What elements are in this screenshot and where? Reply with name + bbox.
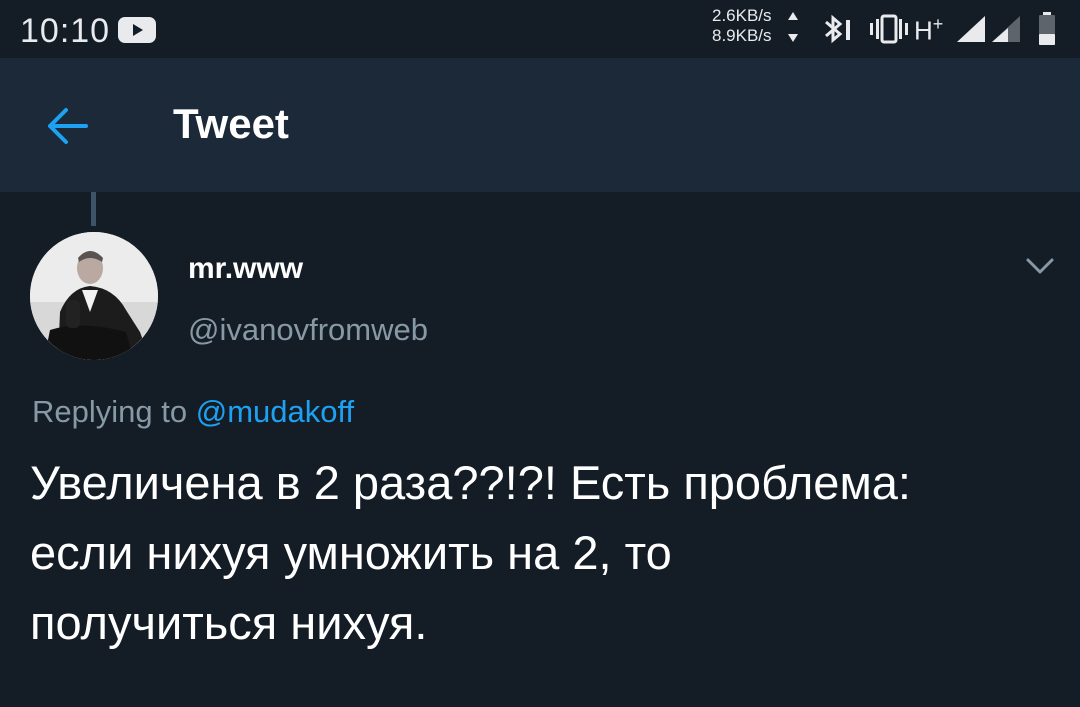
tweet-text: Увеличена в 2 раза??!?! Есть проблема: е…: [30, 456, 911, 649]
app-bar: Tweet: [0, 58, 1080, 192]
replying-to: Replying to @mudakoff: [32, 394, 354, 430]
network-type: H+: [914, 14, 943, 47]
page-title: Tweet: [173, 100, 289, 147]
bluetooth-icon: [822, 14, 856, 49]
author-handle[interactable]: @ivanovfromweb: [188, 312, 428, 348]
vibrate-icon: [868, 14, 910, 49]
signal-icon: [990, 14, 1022, 49]
battery-icon: [1038, 12, 1056, 51]
net-down-speed: 8.9KB/s: [712, 26, 772, 45]
network-type-letter: H: [914, 15, 933, 46]
net-up-speed: 2.6KB/s: [712, 6, 772, 25]
more-options-button[interactable]: [1024, 254, 1056, 280]
network-type-plus: +: [932, 14, 944, 34]
signal-icon: [955, 14, 987, 49]
status-bar: 10:10 2.6KB/s 8.9KB/s H+: [0, 0, 1080, 58]
back-button[interactable]: [46, 106, 90, 146]
chevron-down-icon: [1026, 258, 1054, 274]
avatar[interactable]: [30, 232, 158, 360]
network-speed: 2.6KB/s 8.9KB/s: [712, 6, 772, 46]
status-time: 10:10: [20, 12, 111, 50]
youtube-icon: [118, 17, 156, 48]
arrow-left-icon: [48, 108, 88, 144]
replying-to-label: Replying to: [32, 394, 188, 429]
reply-mention-link[interactable]: @mudakoff: [196, 394, 354, 429]
data-arrows-icon: [787, 10, 799, 49]
display-name[interactable]: mr.www: [188, 252, 303, 286]
thread-line: [91, 192, 96, 226]
